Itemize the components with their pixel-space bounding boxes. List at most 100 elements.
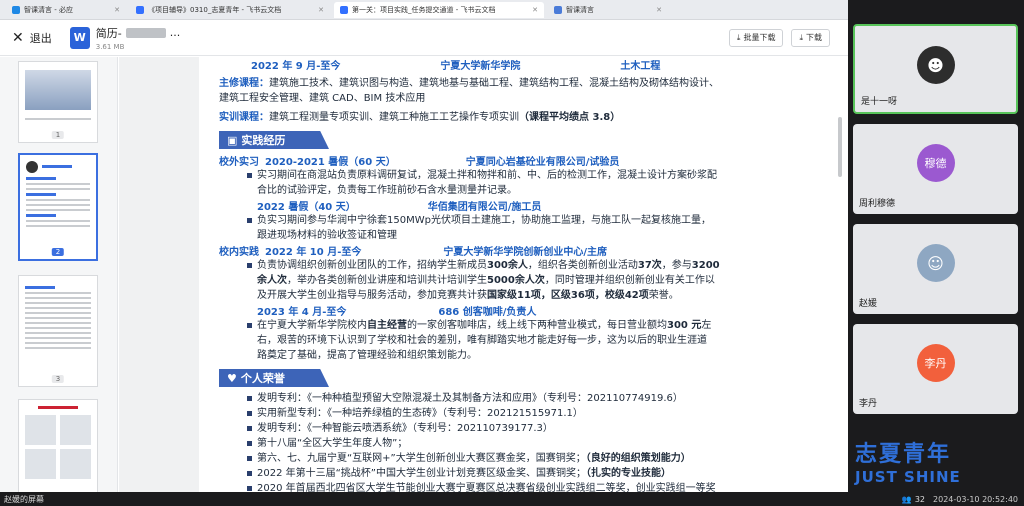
browser-tab-1[interactable]: 智课清言 - 必应 ✕ [6, 2, 126, 18]
edu-school: 宁夏大学新华学院 [440, 61, 521, 72]
honor-item: 2022 年第十三届“挑战杯”中国大学生创业计划竞赛区级金奖、国赛铜奖；（扎实的… [219, 466, 839, 481]
download-button[interactable]: ⤓ 下载 [791, 28, 830, 47]
participant-card[interactable]: 李丹 李丹 [853, 324, 1018, 414]
main-courses-text-2: 建筑工程安全管理、建筑 CAD、BIM 技术应用 [219, 93, 426, 104]
text: 荣誉。 [648, 290, 679, 301]
thumb-line [26, 199, 90, 201]
avatar-text: 穆德 [924, 157, 947, 170]
shared-screen: 智课清言 - 必应 ✕ 《项目辅导》0310_志夏青年 - 飞书云文档 ✕ 第一关：… [0, 0, 848, 492]
file-size: 3.61 MB [95, 42, 125, 51]
thumb-cert [60, 415, 91, 445]
text: 2022 年第十三届“挑战杯”中国大学生创业计划竞赛区级金奖、国赛铜奖； [257, 468, 586, 479]
honor-item: 2020 年首届西北四省区大学生节能创业大赛宁夏赛区总决赛省级创业实践组二等奖，… [219, 481, 839, 492]
thumb-line [26, 220, 90, 222]
participant-card[interactable]: 穆德 周利穆德 [853, 124, 1018, 214]
on1-bullet-cont-2: 及开展大学生创业指导与服务活动，参加竞赛共计获国家级11项，区级36项，校级42… [219, 288, 839, 303]
on2-bullet-cont: 右，艰苦的环境下认识到了学校和社会的差别，唯有脚踏实地才能走好每一步，这为以后的… [257, 335, 707, 346]
thumb-line [25, 347, 91, 349]
highlight: 37次 [637, 260, 662, 271]
close-icon[interactable]: ✕ [114, 6, 120, 14]
browser-tab-2[interactable]: 《项目辅导》0310_志夏青年 - 飞书云文档 ✕ [130, 2, 330, 18]
highlight: 3200 [691, 260, 720, 271]
thumb-line [25, 337, 91, 339]
avatar-text: 李丹 [924, 357, 947, 370]
section-header-honors: ♥ 个人荣誉 [219, 369, 329, 387]
thumb-line [25, 317, 91, 319]
thumb-line [25, 312, 91, 314]
tab-title: 第一关：项目实践_任务提交通道 - 飞书云文档 [352, 5, 496, 14]
highlight: 余人次 [257, 275, 287, 286]
tab-title: 智课清言 [566, 5, 594, 14]
exit-button[interactable]: ✕ 退出 [12, 30, 52, 46]
brand-logo: 志夏青年 JUST SHINE [855, 436, 1015, 486]
honor-item: 发明专利：《一种智能云喷洒系统》（专利号：202110739177.3） [219, 421, 839, 436]
close-icon[interactable]: ✕ [318, 6, 324, 14]
thumb-line [25, 327, 91, 329]
text: ，举办各类创新创业讲座和培训共计培训学生 [287, 275, 487, 286]
offcampus-row-2: 2022 暑假（40 天） 华佰集团有限公司/施工员 [219, 198, 839, 213]
text: 在宁夏大学新华学院校内 [257, 320, 367, 331]
highlight: 300 元 [667, 320, 702, 331]
thumbnail-number: 1 [51, 131, 65, 139]
section-header-practice: ▣ 实践经历 [219, 131, 329, 149]
thumb-avatar [26, 161, 38, 173]
highlight: 5000余人次 [487, 275, 545, 286]
main-courses: 主修课程：建筑施工技术、建筑识图与构造、建筑地基与基础工程、建筑结构工程、混凝土… [219, 76, 839, 91]
section-title: 个人荣誉 [240, 372, 285, 385]
word-letter: W [73, 31, 86, 44]
brand-en: JUST SHINE [855, 468, 961, 486]
on2-date: 2023 年 4 月-至今 [257, 307, 347, 318]
thumb-line [25, 292, 91, 294]
close-icon[interactable]: ✕ [532, 6, 538, 14]
thumbnail-number: 2 [51, 248, 65, 256]
participant-count[interactable]: 👥 32 [902, 495, 925, 504]
offcampus-row-1: 校外实习 2020-2021 暑假（60 天） 宁夏同心岩基砼业有限公司/试验员 [219, 153, 839, 168]
thumb-line [25, 307, 91, 309]
honor-item: 实用新型专利：《一种培养绿植的生态砖》（专利号：202121515971.1） [219, 406, 839, 421]
training-label: 实训课程： [219, 112, 269, 123]
off1-bullet-cont: 合比的试验评定，负责每工作班前砂石含水量测量并记录。 [257, 185, 517, 196]
thumbnail-image [25, 70, 91, 110]
participant-name: 赵媛 [859, 299, 878, 309]
scrollbar[interactable] [838, 117, 842, 177]
off2-company: 华佰集团有限公司/施工员 [427, 202, 542, 213]
thumb-line [26, 188, 90, 190]
thumb-line [38, 406, 78, 409]
exit-label: 退出 [29, 31, 52, 45]
thumb-line [26, 177, 56, 180]
honor-item: 第六、七、九届宁夏“互联网+”大学生创新创业大赛区赛金奖，国赛铜奖；（良好的组织… [219, 451, 839, 466]
close-icon[interactable]: ✕ [656, 6, 662, 14]
thumb-certs [25, 415, 91, 445]
avatar-glyph: ☻ [927, 55, 944, 75]
training-courses: 实训课程：建筑工程测量专项实训、建筑工种施工工艺操作专项实训（课程平均绩点 3.… [219, 110, 839, 125]
participant-card[interactable]: ☻ 是十一呀 [853, 24, 1018, 114]
tab-favicon-icon [136, 5, 144, 14]
thumbnail-page-4[interactable] [18, 399, 98, 492]
thumbnail-number: 3 [51, 375, 65, 383]
thumb-cert [60, 449, 91, 479]
thumbnail-page-3[interactable]: 3 [18, 275, 98, 387]
thumbnail-page-1[interactable]: 1 [18, 61, 98, 143]
off2-bullet: 负实习期间参与华润中宁徐套150MWp光伏项目土建施工，协助施工监理，与施工队一… [219, 213, 839, 228]
training-gpa: （课程平均绩点 3.8） [519, 112, 621, 123]
browser-tab-4[interactable]: 智课清言 ✕ [548, 2, 668, 18]
download-icon: ⤓ [736, 32, 741, 42]
doc-toolbar: ✕ 退出 W 简历- ... 3.61 MB ⤓ 批量下载 ⤓ 下载 [0, 20, 848, 56]
thumb-line [26, 225, 90, 227]
browser-tab-3[interactable]: 第一关：项目实践_任务提交通道 - 飞书云文档 ✕ [334, 1, 544, 18]
thumb-line [25, 342, 91, 344]
text: ，同时管理并组织创新创业有关工作以 [544, 275, 715, 286]
on2-bullet-cont-2: 路奠定了基础，提高了管理经验和组织策划能力。 [257, 350, 477, 361]
text: ，参与 [661, 260, 692, 271]
tab-favicon-icon [12, 5, 20, 14]
participant-card[interactable]: ☺ 赵媛 [853, 224, 1018, 314]
batch-download-button[interactable]: ⤓ 批量下载 [728, 28, 784, 47]
offcampus-label: 校外实习 [219, 157, 259, 168]
thumbnail-page-2[interactable]: 2 [18, 153, 98, 261]
off1-date: 2020-2021 暑假（60 天） [265, 157, 396, 168]
file-name-suffix: ... [169, 26, 181, 39]
file-name: 简历- [95, 26, 122, 40]
thumb-line [25, 322, 91, 324]
toolbar-actions: ⤓ 批量下载 ⤓ 下载 [728, 28, 830, 47]
download-icon: ⤓ [799, 32, 803, 42]
